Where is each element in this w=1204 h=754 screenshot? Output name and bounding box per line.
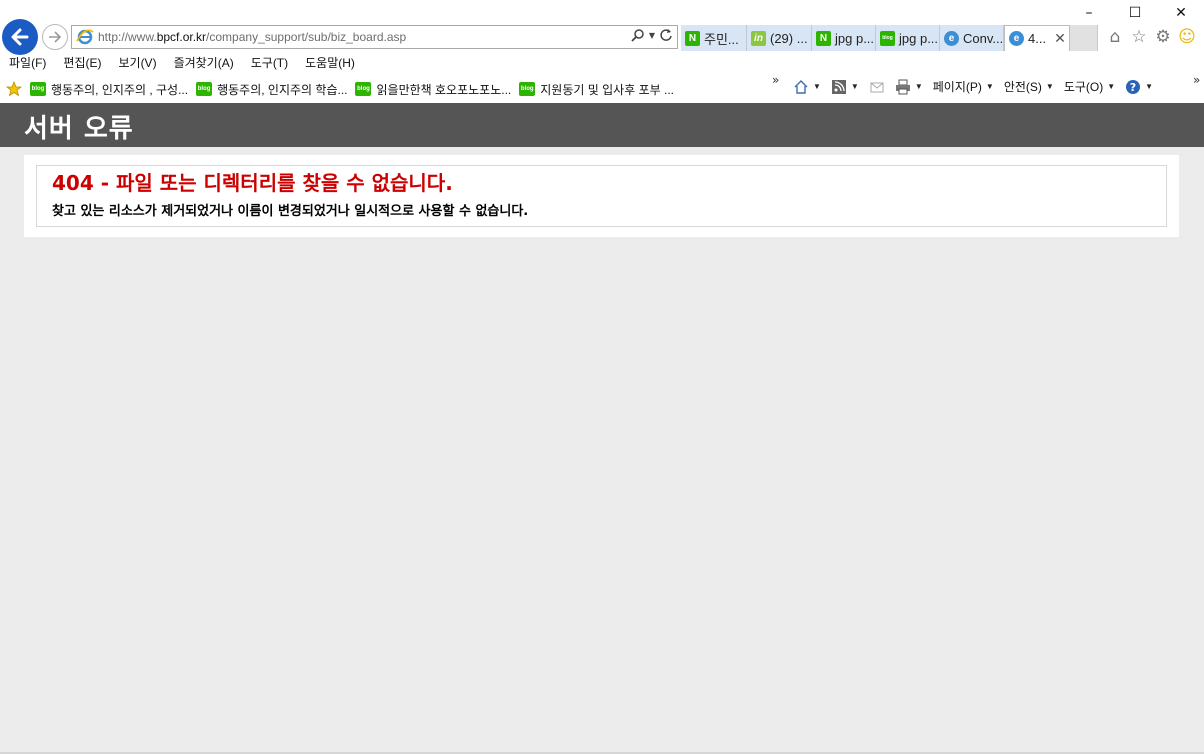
tab-2[interactable]: N jpg p... <box>812 25 876 51</box>
naver-icon: N <box>816 30 831 46</box>
mail-icon <box>870 82 884 92</box>
feeds-button[interactable]: ▼ <box>831 79 859 95</box>
favorite-link-0[interactable]: blog 행동주의, 인지주의 , 구성... <box>30 81 188 98</box>
home-icon <box>794 79 808 94</box>
svg-text:?: ? <box>1130 81 1136 94</box>
favorite-label: 행동주의, 인지주의 , 구성... <box>51 82 189 97</box>
refresh-icon[interactable] <box>659 28 673 42</box>
read-mail-button[interactable] <box>869 79 885 95</box>
safety-menu-label: 안전(S) <box>1003 80 1042 94</box>
tools-menu[interactable]: 도구(O) ▼ <box>1064 78 1115 95</box>
forward-button[interactable] <box>42 24 68 50</box>
tab-label: 주민... <box>704 31 739 47</box>
chevron-down-icon: ▼ <box>1145 82 1154 91</box>
blog-icon: blog <box>196 82 213 96</box>
search-icon[interactable] <box>631 28 645 42</box>
menu-view[interactable]: 보기(V) <box>109 54 164 74</box>
ie-icon: e <box>1009 31 1024 46</box>
help-icon: ? <box>1126 79 1141 94</box>
url-domain: bpcf.or.kr <box>156 30 207 44</box>
tab-label: 4... <box>1028 31 1047 46</box>
menu-file[interactable]: 파일(F) <box>0 54 54 74</box>
new-tab-button[interactable] <box>1070 25 1098 51</box>
indeed-icon: in <box>751 30 766 46</box>
browser-chrome: – ☐ ✕ http://www.bpcf.or.kr/company_supp… <box>0 0 1204 103</box>
naver-icon: N <box>685 30 700 46</box>
tab-strip: N 주민... in (29) ... N jpg p... blog jpg … <box>681 25 1098 51</box>
tab-0[interactable]: N 주민... <box>681 25 747 51</box>
arrow-right-icon <box>49 31 62 43</box>
favorite-label: 행동주의, 인지주의 학습... <box>217 82 348 97</box>
tab-label: jpg p... <box>835 30 875 46</box>
chevron-down-icon: ▼ <box>985 82 994 91</box>
rss-icon <box>831 79 846 94</box>
ie-icon <box>76 29 94 45</box>
menu-favorites[interactable]: 즐겨찾기(A) <box>165 54 242 74</box>
favorite-link-3[interactable]: blog 지원동기 및 입사후 포부 ... <box>519 81 674 98</box>
home-button[interactable]: ▼ <box>793 79 821 95</box>
error-content: 404 - 파일 또는 디렉터리를 찾을 수 없습니다. 찾고 있는 리소스가 … <box>24 155 1179 237</box>
menu-bar: 파일(F) 편집(E) 보기(V) 즐겨찾기(A) 도구(T) 도움말(H) <box>0 54 363 74</box>
favorite-label: 읽을만한책 호오포노포노... <box>376 82 512 97</box>
url-text: http://www.bpcf.or.kr/company_support/su… <box>98 30 406 44</box>
arrow-left-icon <box>11 28 29 46</box>
commandbar-overflow-chevron-icon[interactable]: » <box>1193 73 1200 87</box>
close-tab-icon[interactable]: ✕ <box>1054 30 1066 47</box>
favorites-star-icon[interactable]: ☆ <box>1130 27 1148 47</box>
server-error-header: 서버 오류 <box>0 103 1204 147</box>
help-menu[interactable]: ? ▼ <box>1125 79 1153 95</box>
page-menu-label: 페이지(P) <box>932 80 982 94</box>
navigation-row: http://www.bpcf.or.kr/company_support/su… <box>0 18 1204 56</box>
menu-help[interactable]: 도움말(H) <box>296 54 363 74</box>
blog-icon: blog <box>519 82 536 96</box>
page-menu[interactable]: 페이지(P) ▼ <box>933 78 994 95</box>
tab-1[interactable]: in (29) ... <box>747 25 812 51</box>
favorites-overflow-chevron-icon[interactable]: » <box>772 73 779 87</box>
home-icon[interactable]: ⌂ <box>1106 27 1124 47</box>
menu-tools[interactable]: 도구(T) <box>242 54 296 74</box>
safety-menu[interactable]: 안전(S) ▼ <box>1004 78 1054 95</box>
error-box: 404 - 파일 또는 디렉터리를 찾을 수 없습니다. 찾고 있는 리소스가 … <box>36 165 1167 227</box>
print-button[interactable]: ▼ <box>895 79 923 95</box>
browser-tools: ⌂ ☆ ⚙ ☺ <box>1106 27 1196 47</box>
add-favorite-icon[interactable] <box>6 81 22 97</box>
url-prefix: http://www. <box>98 30 157 44</box>
blog-icon: blog <box>355 82 372 96</box>
address-tools: ▼ <box>631 28 673 42</box>
chevron-down-icon: ▼ <box>813 82 821 91</box>
chevron-down-icon: ▼ <box>914 82 923 91</box>
address-bar[interactable]: http://www.bpcf.or.kr/company_support/su… <box>71 25 678 49</box>
favorite-link-1[interactable]: blog 행동주의, 인지주의 학습... <box>196 81 347 98</box>
tab-label: jpg p... <box>899 30 939 46</box>
url-path: /company_support/sub/biz_board.asp <box>206 30 407 44</box>
printer-icon <box>895 79 910 94</box>
command-bar: ▼ ▼ ▼ 페이지(P) ▼ 안전(S) ▼ 도구(O) ▼ ? ▼ <box>793 78 1163 95</box>
dropdown-caret-icon[interactable]: ▼ <box>649 31 655 40</box>
gear-icon[interactable]: ⚙ <box>1154 27 1172 47</box>
chevron-down-icon: ▼ <box>850 82 859 91</box>
smiley-icon[interactable]: ☺ <box>1178 27 1196 47</box>
ie-icon: e <box>944 30 959 46</box>
chevron-down-icon: ▼ <box>1045 82 1054 91</box>
back-button[interactable] <box>2 19 38 55</box>
favorite-link-2[interactable]: blog 읽을만한책 호오포노포노... <box>355 81 511 98</box>
tools-menu-label: 도구(O) <box>1063 80 1104 94</box>
tab-3[interactable]: blog jpg p... <box>876 25 940 51</box>
blog-icon: blog <box>880 30 895 46</box>
menu-edit[interactable]: 편집(E) <box>54 54 109 74</box>
tab-4[interactable]: e Conv... <box>940 25 1004 51</box>
chevron-down-icon: ▼ <box>1107 82 1116 91</box>
favorite-label: 지원동기 및 입사후 포부 ... <box>540 82 675 97</box>
error-title: 404 - 파일 또는 디렉터리를 찾을 수 없습니다. <box>52 171 453 195</box>
blog-icon: blog <box>30 82 46 96</box>
tab-label: Conv... <box>963 30 1004 46</box>
page-title: 서버 오류 <box>24 114 134 144</box>
tab-5-active[interactable]: e 4... ✕ <box>1004 25 1070 51</box>
error-detail: 찾고 있는 리소스가 제거되었거나 이름이 변경되었거나 일시적으로 사용할 수… <box>52 204 529 219</box>
tab-label: (29) ... <box>770 30 808 46</box>
